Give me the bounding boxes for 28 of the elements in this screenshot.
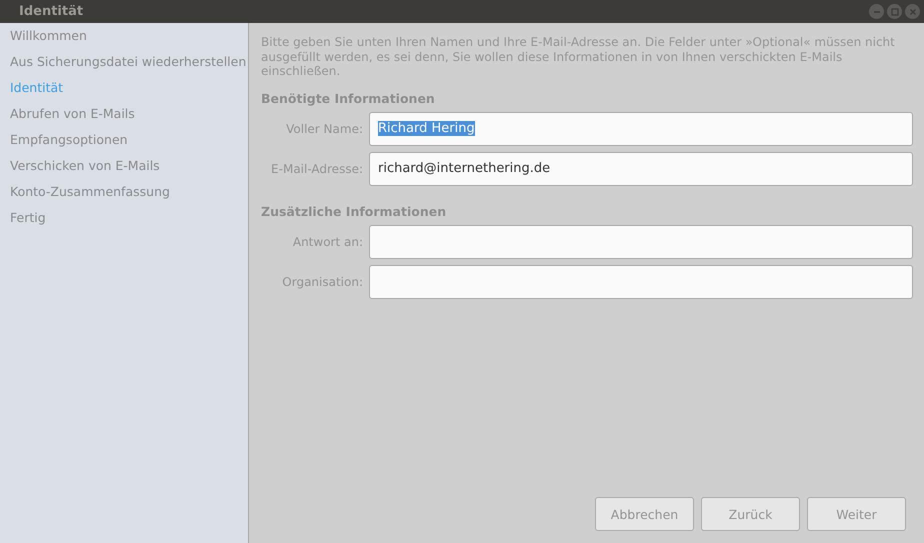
close-button[interactable] xyxy=(905,4,920,19)
input-field[interactable]: Richard Hering xyxy=(369,112,913,146)
sidebar-item[interactable]: Fertig xyxy=(0,205,248,231)
wizard-button[interactable]: Abbrechen xyxy=(595,497,694,531)
field-label: Organisation: xyxy=(281,274,364,288)
sidebar-item[interactable]: Abrufen von E-Mails xyxy=(0,101,248,127)
field-label: E-Mail-Adresse: xyxy=(270,162,364,176)
sidebar-item[interactable]: Aus Sicherungsdatei wiederherstellen xyxy=(0,49,248,75)
input-field[interactable]: richard@internethering.de xyxy=(369,152,913,186)
maximize-button[interactable] xyxy=(887,4,902,19)
section-heading: Benötigte Informationen xyxy=(261,90,436,106)
sidebar-item[interactable]: Verschicken von E-Mails xyxy=(0,153,248,179)
field-label: Antwort an: xyxy=(292,234,364,248)
close-icon xyxy=(908,6,918,16)
sidebar-item[interactable]: Willkommen xyxy=(0,23,248,49)
field-label: Voller Name: xyxy=(285,122,364,136)
minimize-button[interactable] xyxy=(869,4,884,19)
input-field[interactable] xyxy=(369,264,913,298)
section-heading: Zusätzliche Informationen xyxy=(261,204,448,218)
input-field[interactable] xyxy=(369,224,913,258)
sidebar-item[interactable]: Konto-Zusammenfassung xyxy=(0,179,248,205)
intro-text: Bitte geben Sie unten Ihren Namen und Ihre E-Mail-Adresse an. Die Felder unter »Optional« müssen nicht ausgefüllt werden, es sei denn, Sie wollen diese Informationen in von Ihnen verschickten E-Mails einschließen. xyxy=(261,35,896,78)
wizard-button[interactable]: Zurück xyxy=(701,497,800,531)
maximize-icon xyxy=(890,6,900,16)
sidebar-item[interactable]: Identität xyxy=(0,75,248,101)
window-title: Identität xyxy=(19,4,84,19)
wizard-button[interactable]: Weiter xyxy=(807,497,906,531)
sidebar-item[interactable]: Empfangsoptionen xyxy=(0,127,248,153)
